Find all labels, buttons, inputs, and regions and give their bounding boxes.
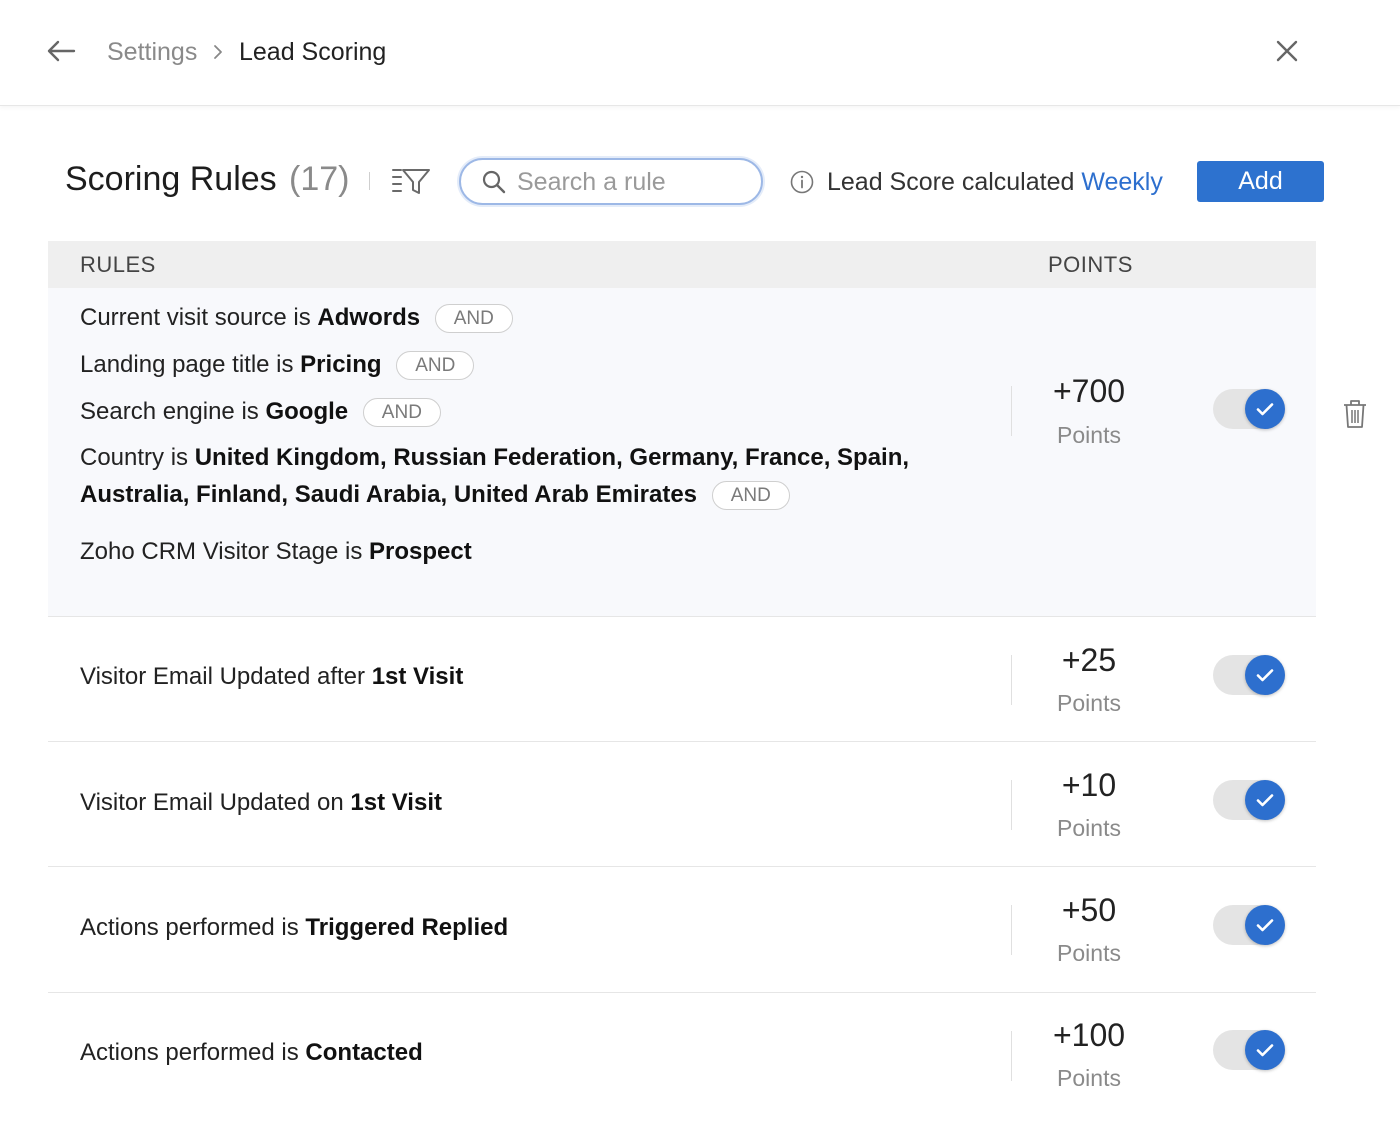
check-icon bbox=[1245, 905, 1285, 945]
and-chip: AND bbox=[711, 481, 790, 510]
table-row[interactable]: Actions performed is Triggered Replied +… bbox=[48, 867, 1316, 993]
info-icon bbox=[790, 170, 814, 194]
rule-condition: Actions performed is Contacted bbox=[80, 1039, 423, 1066]
points-value: +700 bbox=[1052, 373, 1126, 409]
breadcrumb-settings[interactable]: Settings bbox=[107, 36, 197, 68]
score-calc-label: Lead Score calculated bbox=[827, 168, 1075, 196]
points-label: Points bbox=[1057, 940, 1121, 966]
table-row[interactable]: Visitor Email Updated on 1st Visit +10 P… bbox=[48, 742, 1316, 867]
rule-count: (17) bbox=[289, 160, 350, 198]
divider bbox=[369, 172, 370, 190]
check-icon bbox=[1245, 1030, 1285, 1070]
table-row[interactable]: Visitor Email Updated after 1st Visit +2… bbox=[48, 617, 1316, 742]
filter-sort-icon[interactable] bbox=[391, 164, 431, 198]
check-icon bbox=[1245, 389, 1285, 429]
points-label: Points bbox=[1057, 815, 1121, 841]
check-icon bbox=[1245, 780, 1285, 820]
close-icon[interactable] bbox=[1272, 36, 1302, 66]
search-box bbox=[459, 158, 763, 205]
divider bbox=[1011, 1031, 1012, 1081]
column-header-rules: RULES bbox=[80, 252, 156, 277]
points-label: Points bbox=[1057, 1065, 1121, 1091]
divider bbox=[1011, 905, 1012, 955]
column-header-points: POINTS bbox=[1048, 252, 1133, 277]
rule-condition: Zoho CRM Visitor Stage is Prospect bbox=[80, 538, 472, 565]
rule-toggle[interactable] bbox=[1213, 1030, 1285, 1070]
arrow-left-icon[interactable] bbox=[44, 36, 78, 66]
rule-condition: Landing page title is Pricing AND bbox=[80, 350, 475, 380]
rule-condition: Search engine is Google AND bbox=[80, 397, 441, 427]
check-icon bbox=[1245, 655, 1285, 695]
search-input[interactable] bbox=[517, 166, 747, 198]
divider bbox=[1011, 780, 1012, 830]
table-row[interactable]: Actions performed is Contacted +100 Poin… bbox=[48, 993, 1316, 1123]
search-icon bbox=[481, 169, 507, 195]
rule-condition: Current visit source is Adwords AND bbox=[80, 303, 513, 333]
add-rule-button[interactable]: Add bbox=[1197, 161, 1324, 202]
rule-condition: Visitor Email Updated on 1st Visit bbox=[80, 789, 442, 816]
and-chip: AND bbox=[396, 351, 475, 380]
table-header: RULES POINTS bbox=[48, 241, 1316, 288]
rule-toggle[interactable] bbox=[1213, 780, 1285, 820]
rule-condition: Visitor Email Updated after 1st Visit bbox=[80, 663, 464, 690]
rule-condition: Actions performed is Triggered Replied bbox=[80, 914, 509, 941]
calc-frequency-link[interactable]: Weekly bbox=[1081, 168, 1163, 196]
divider bbox=[1011, 655, 1012, 705]
table-row[interactable]: Current visit source is Adwords AND Land… bbox=[48, 288, 1316, 617]
rule-condition-continued: Australia, Finland, Saudi Arabia, United… bbox=[80, 480, 790, 510]
and-chip: AND bbox=[434, 304, 513, 333]
chevron-right-icon bbox=[208, 40, 228, 64]
breadcrumb-current: Lead Scoring bbox=[239, 38, 387, 66]
points-label: Points bbox=[1057, 422, 1121, 448]
points-value: +50 bbox=[1061, 892, 1117, 928]
rule-toggle[interactable] bbox=[1213, 655, 1285, 695]
points-value: +100 bbox=[1052, 1017, 1126, 1053]
divider bbox=[1011, 386, 1012, 436]
rule-toggle[interactable] bbox=[1213, 905, 1285, 945]
points-value: +25 bbox=[1061, 642, 1117, 678]
points-label: Points bbox=[1057, 690, 1121, 716]
score-calc-info: Lead Score calculated Weekly bbox=[827, 166, 1163, 198]
rule-condition: Country is United Kingdom, Russian Feder… bbox=[80, 444, 910, 471]
top-bar: Settings Lead Scoring bbox=[0, 0, 1400, 106]
points-value: +10 bbox=[1061, 767, 1117, 803]
and-chip: AND bbox=[362, 398, 441, 427]
rule-toggle[interactable] bbox=[1213, 389, 1285, 429]
trash-icon[interactable] bbox=[1342, 398, 1368, 430]
page-title: Scoring Rules bbox=[65, 160, 277, 198]
